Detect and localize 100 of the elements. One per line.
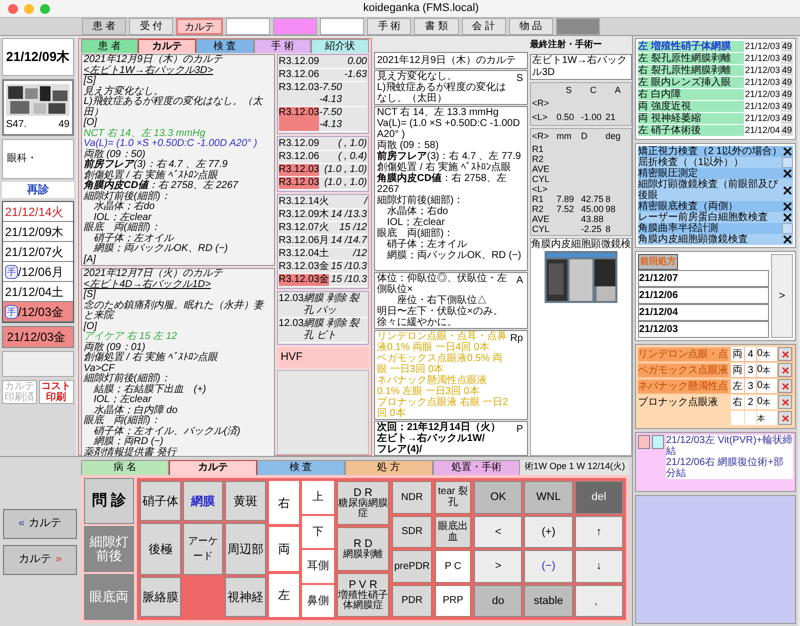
delete-button[interactable]: [778, 395, 792, 409]
finding-button[interactable]: PRP: [435, 584, 471, 617]
checkbox[interactable]: [782, 212, 793, 223]
checkbox[interactable]: [782, 223, 793, 234]
print-button[interactable]: コスト印刷: [38, 380, 74, 404]
finding-button[interactable]: 眼底出血: [435, 516, 471, 548]
direction-button[interactable]: 上: [302, 481, 334, 514]
eye-field[interactable]: [731, 411, 744, 425]
side-button[interactable]: 左: [269, 574, 299, 617]
finding-button[interactable]: tear 裂孔: [435, 481, 471, 514]
anatomy-button[interactable]: 周辺部: [225, 523, 266, 575]
grade-button[interactable]: prePDR: [392, 550, 432, 582]
tab[interactable]: 検 査: [256, 460, 345, 475]
nav-button[interactable]: « カルテ: [3, 508, 77, 538]
key-button[interactable]: del: [574, 481, 623, 514]
visit-date-item[interactable]: 手 /12/06月: [3, 262, 73, 282]
nav-button[interactable]: カルテ »: [3, 544, 77, 574]
times-field[interactable]: [745, 411, 756, 425]
eye-field[interactable]: 左: [731, 379, 744, 393]
anatomy-button[interactable]: 後極: [140, 523, 181, 575]
tab[interactable]: 処 方: [344, 460, 433, 475]
eye-field[interactable]: 右: [731, 395, 744, 409]
maximize-icon[interactable]: [40, 4, 50, 14]
grade-button[interactable]: PDR: [392, 584, 432, 617]
tab[interactable]: 病 名: [81, 460, 169, 475]
quantity-field[interactable]: 0本: [757, 347, 777, 361]
tab[interactable]: [556, 18, 600, 35]
checkbox[interactable]: [782, 168, 793, 179]
next-button[interactable]: >: [771, 254, 793, 338]
delete-button[interactable]: [778, 347, 792, 361]
prescription-date[interactable]: 21/12/04: [638, 304, 769, 320]
tab[interactable]: [226, 18, 270, 35]
anatomy-button[interactable]: 硝子体: [140, 481, 181, 521]
tab[interactable]: 処置・手術: [432, 460, 520, 475]
tab[interactable]: 紹介状: [311, 39, 369, 53]
tab[interactable]: 会 計: [462, 18, 506, 35]
tab[interactable]: 手 術: [367, 18, 412, 35]
checkbox[interactable]: [782, 157, 793, 168]
tab[interactable]: 患 者: [82, 18, 126, 35]
quantity-field[interactable]: 0本: [757, 379, 777, 393]
anatomy-button[interactable]: 網膜: [182, 481, 224, 521]
eye-field[interactable]: 両: [731, 363, 744, 377]
delete-button[interactable]: [778, 363, 792, 377]
times-field[interactable]: 2: [745, 395, 756, 409]
direction-button[interactable]: 下: [302, 516, 334, 548]
tab[interactable]: カルテ: [138, 39, 196, 53]
key-button[interactable]: WNL: [524, 481, 573, 514]
direction-button[interactable]: 鼻側: [302, 584, 334, 617]
tab[interactable]: 患 者: [80, 39, 138, 53]
close-icon[interactable]: [8, 4, 18, 14]
key-button[interactable]: (−): [524, 550, 573, 582]
tab[interactable]: 書 類: [414, 18, 458, 35]
checkbox[interactable]: [782, 146, 793, 157]
eye-field[interactable]: 両: [731, 347, 744, 361]
checkbox[interactable]: [782, 184, 793, 196]
tab[interactable]: 受 付: [129, 18, 174, 35]
grade-button[interactable]: NDR: [392, 481, 432, 514]
quantity-field[interactable]: 0本: [757, 395, 777, 409]
key-button[interactable]: ↓: [574, 550, 623, 582]
diagnosis-button[interactable]: P V R 増殖性硝子体網膜症: [337, 573, 389, 617]
direction-button[interactable]: 耳側: [302, 550, 334, 582]
section-button[interactable]: 問 診: [84, 478, 134, 524]
times-field[interactable]: 3: [745, 363, 756, 377]
anatomy-button[interactable]: 視神経: [225, 577, 266, 617]
anatomy-button[interactable]: 黄斑: [225, 481, 266, 521]
tab[interactable]: カルテ: [176, 18, 223, 35]
key-button[interactable]: stable: [524, 584, 573, 617]
quantity-field[interactable]: 本: [757, 411, 777, 425]
visit-date-item[interactable]: 手 /12/03金: [3, 302, 73, 322]
diagnosis-button[interactable]: R D 網膜剥離: [337, 527, 389, 571]
times-field[interactable]: 4: [745, 347, 756, 361]
checkbox[interactable]: [782, 234, 793, 245]
anatomy-button[interactable]: 脈絡膜: [140, 577, 181, 617]
checkbox[interactable]: [782, 201, 793, 212]
value-cell: ( , 1.0): [338, 138, 367, 150]
delete-button[interactable]: [778, 379, 792, 393]
tab[interactable]: [320, 18, 364, 35]
key-button[interactable]: ↑: [574, 516, 623, 548]
grade-button[interactable]: SDR: [392, 516, 432, 548]
diagnosis-button[interactable]: D R 糖尿病網膜症: [337, 481, 389, 525]
finding-button[interactable]: P C: [435, 550, 471, 582]
key-button[interactable]: >: [474, 550, 522, 582]
tab[interactable]: 検 査: [196, 39, 254, 53]
quantity-field[interactable]: 0本: [757, 363, 777, 377]
times-field[interactable]: 3: [745, 379, 756, 393]
side-button[interactable]: 両: [269, 527, 299, 571]
tab[interactable]: 手 術: [254, 39, 312, 53]
side-button[interactable]: 右: [269, 481, 299, 524]
key-button[interactable]: 、: [574, 584, 623, 617]
anatomy-button[interactable]: アーケード: [182, 523, 224, 575]
delete-button[interactable]: [778, 411, 792, 425]
prescription-date[interactable]: 21/12/07: [638, 270, 769, 286]
key-button[interactable]: (+): [524, 516, 573, 548]
key-button[interactable]: <: [474, 516, 522, 548]
tab[interactable]: カルテ: [168, 460, 257, 475]
key-button[interactable]: do: [474, 584, 522, 617]
tab[interactable]: 物 品: [508, 18, 553, 35]
prescription-date[interactable]: 21/12/06: [638, 286, 769, 304]
key-button[interactable]: OK: [474, 481, 522, 514]
prescription-date[interactable]: 21/12/03: [638, 320, 769, 338]
